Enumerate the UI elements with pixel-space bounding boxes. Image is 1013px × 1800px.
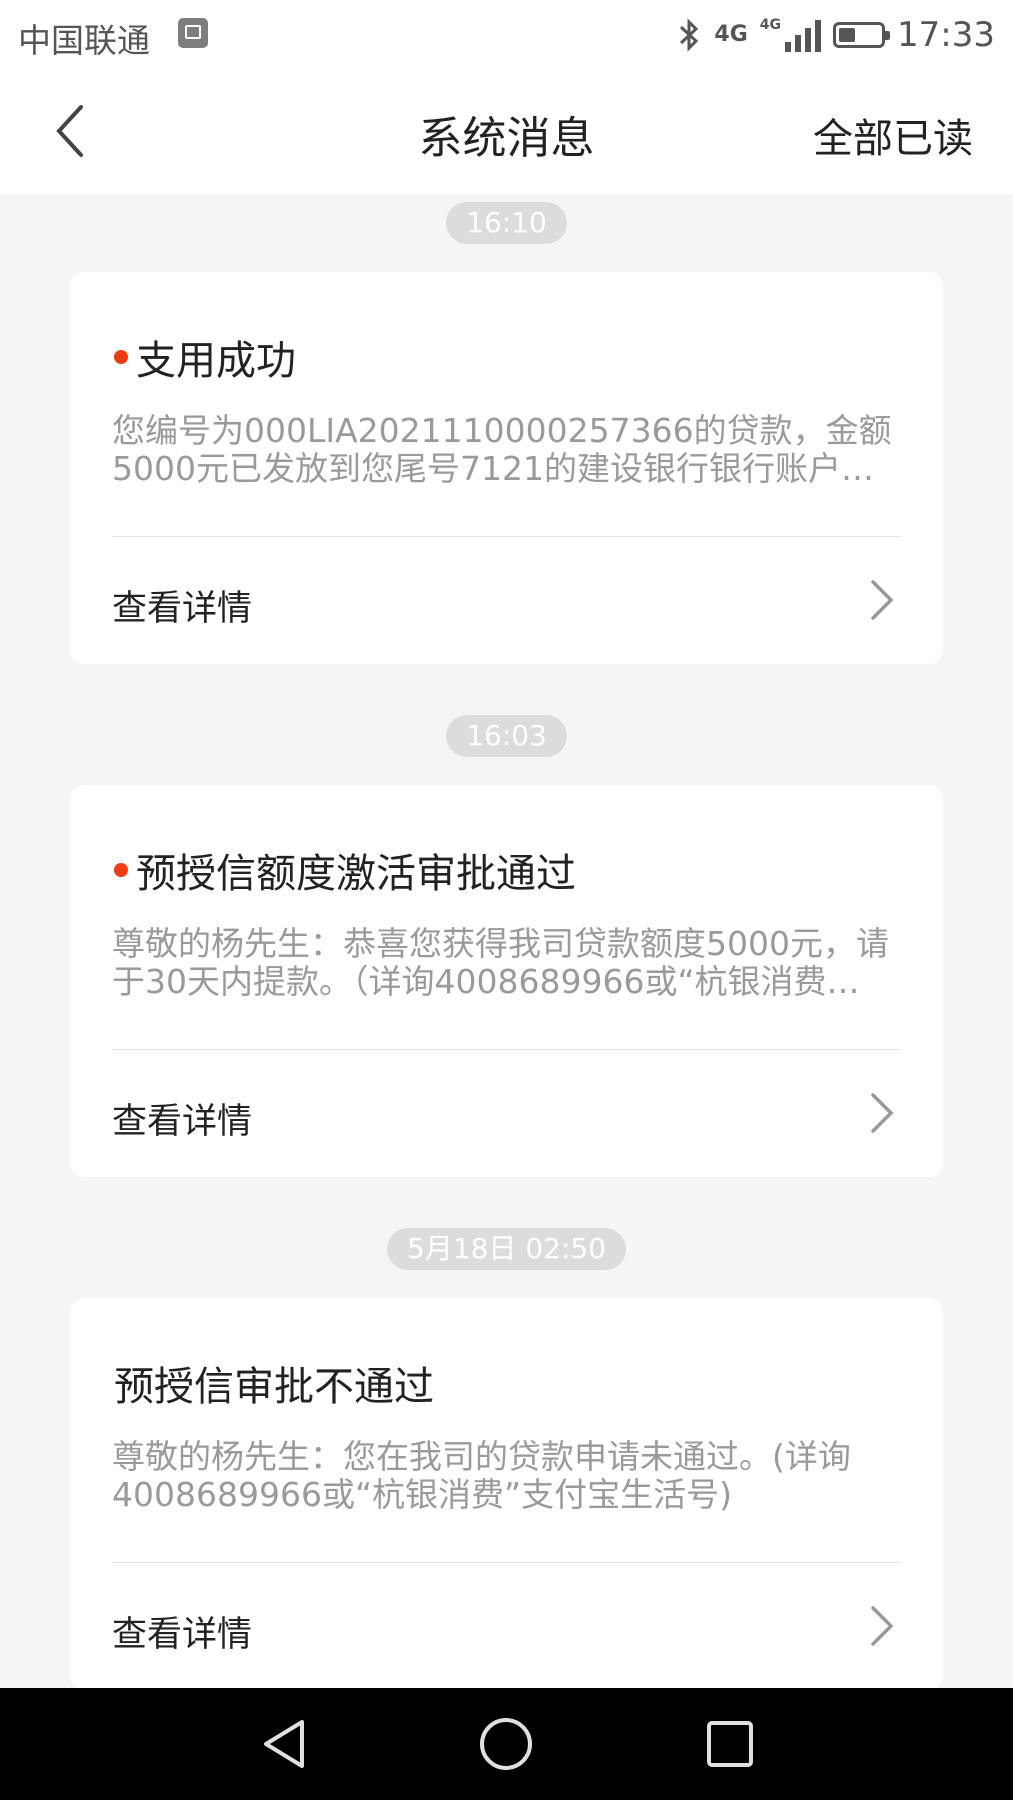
status-bar: 中国联通 4G 4G 17:33 xyxy=(0,0,1013,70)
home-circle-icon[interactable] xyxy=(476,1714,536,1774)
message-card: 预授信审批不通过 尊敬的杨先生：您在我司的贷款申请未通过。(详询40086899… xyxy=(70,1298,943,1688)
message-title: 预授信审批不通过 xyxy=(114,1354,434,1412)
message-title-text: 预授信额度激活审批通过 xyxy=(136,851,576,897)
network-indicator: 4G xyxy=(714,24,747,46)
divider xyxy=(112,1562,901,1563)
message-body: 您编号为000LIA2021110000257366的贷款，金额5000元已发放… xyxy=(112,412,892,488)
unread-dot-icon xyxy=(114,863,128,877)
message-list[interactable]: 16:10 支用成功 您编号为000LIA2021110000257366的贷款… xyxy=(0,194,1013,1688)
network-label: 4G xyxy=(714,22,748,47)
battery-icon xyxy=(833,22,891,48)
message-title: 支用成功 xyxy=(114,328,296,386)
view-details-row[interactable]: 查看详情 xyxy=(112,538,901,664)
timestamp-row: 5月18日 02:50 xyxy=(0,1228,1013,1270)
view-details-label: 查看详情 xyxy=(112,1102,253,1142)
message-title: 预授信额度激活审批通过 xyxy=(114,841,576,899)
message-title-text: 预授信审批不通过 xyxy=(114,1364,434,1410)
message-card: 预授信额度激活审批通过 尊敬的杨先生：恭喜您获得我司贷款额度5000元，请于30… xyxy=(70,785,943,1177)
view-details-row[interactable]: 查看详情 xyxy=(112,1564,901,1688)
timestamp-pill: 5月18日 02:50 xyxy=(386,1228,627,1270)
timestamp-row: 16:03 xyxy=(0,715,1013,757)
status-right: 4G 4G 17:33 xyxy=(676,10,995,60)
system-nav-bar xyxy=(0,1688,1013,1800)
mark-all-read-button[interactable]: 全部已读 xyxy=(813,106,973,164)
back-triangle-icon[interactable] xyxy=(254,1714,314,1774)
clock: 17:33 xyxy=(897,15,995,55)
carrier-name: 中国联通 xyxy=(18,21,150,60)
view-details-row[interactable]: 查看详情 xyxy=(112,1051,901,1177)
timestamp-pill: 16:03 xyxy=(446,715,567,757)
chevron-right-icon xyxy=(871,1606,894,1646)
image-icon xyxy=(178,18,208,48)
signal-icon: 4G xyxy=(759,17,822,52)
bluetooth-icon xyxy=(680,18,699,52)
timestamp-row: 16:10 xyxy=(0,202,1013,244)
unread-dot-icon xyxy=(114,350,128,364)
network-label-2: 4G xyxy=(759,17,782,33)
chevron-right-icon xyxy=(871,580,894,620)
chevron-right-icon xyxy=(871,1093,894,1133)
message-body: 尊敬的杨先生：恭喜您获得我司贷款额度5000元，请于30天内提款。（详询4008… xyxy=(112,925,889,1001)
message-title-text: 支用成功 xyxy=(136,338,296,384)
divider xyxy=(112,536,901,537)
message-card: 支用成功 您编号为000LIA2021110000257366的贷款，金额500… xyxy=(70,272,943,664)
divider xyxy=(112,1049,901,1050)
app-header: 系统消息 全部已读 xyxy=(0,70,1013,194)
message-body: 尊敬的杨先生：您在我司的贷款申请未通过。(详询4008689966或“杭银消费”… xyxy=(112,1438,851,1514)
recents-square-icon[interactable] xyxy=(700,1714,760,1774)
view-details-label: 查看详情 xyxy=(112,1615,253,1655)
view-details-label: 查看详情 xyxy=(112,589,253,629)
timestamp-pill: 16:10 xyxy=(446,202,567,244)
